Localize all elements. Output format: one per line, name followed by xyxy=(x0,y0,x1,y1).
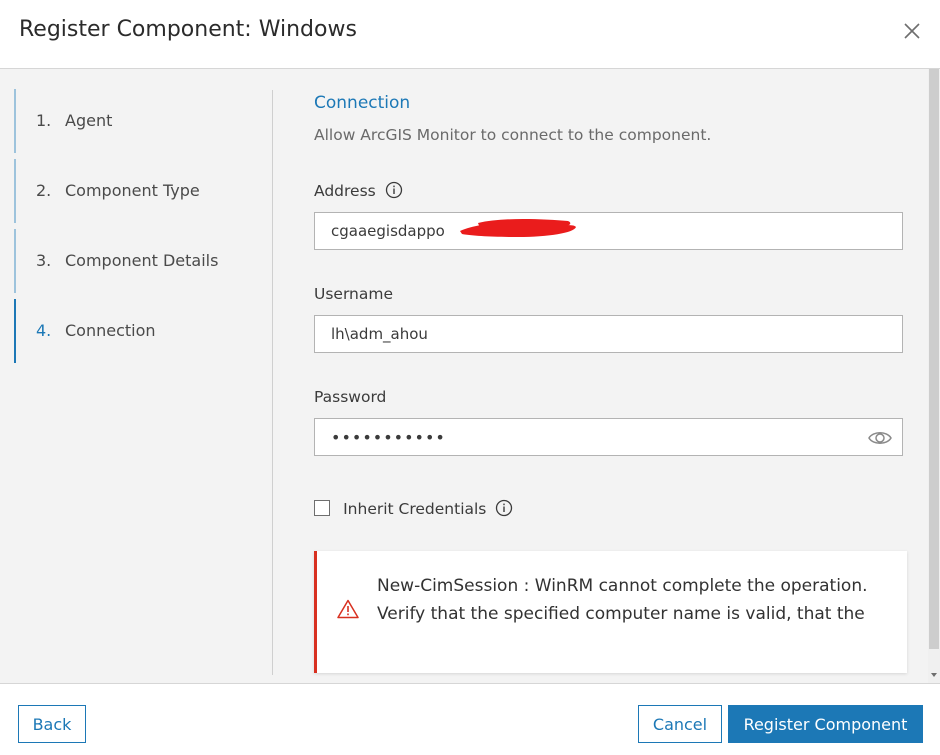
section-description: Allow ArcGIS Monitor to connect to the c… xyxy=(314,126,712,144)
dialog-body: 1. Agent 2. Component Type 3. Component Det… xyxy=(0,69,940,683)
dialog-title: Register Component: Windows xyxy=(19,17,357,42)
username-input[interactable] xyxy=(314,315,903,353)
dialog-footer: Back Cancel Register Component xyxy=(0,683,940,755)
scrollbar[interactable] xyxy=(928,69,940,683)
step-connection[interactable]: 4. Connection xyxy=(14,299,244,363)
username-label: Username xyxy=(314,285,394,303)
stepper-divider xyxy=(272,90,273,675)
step-label: Component Type xyxy=(65,181,200,200)
info-icon[interactable] xyxy=(495,499,513,517)
step-label: Component Details xyxy=(65,251,219,270)
step-number: 1. xyxy=(36,111,52,130)
stepper: 1. Agent 2. Component Type 3. Component Det… xyxy=(14,89,244,369)
register-component-button[interactable]: Register Component xyxy=(728,705,923,743)
password-field xyxy=(314,418,905,458)
step-agent[interactable]: 1. Agent xyxy=(14,89,244,153)
step-number: 4. xyxy=(36,321,52,340)
address-field xyxy=(314,212,905,252)
step-label: Connection xyxy=(65,321,156,340)
inherit-credentials-row: Inherit Credentials xyxy=(314,499,513,521)
cancel-button[interactable]: Cancel xyxy=(638,705,722,743)
inherit-credentials-checkbox[interactable] xyxy=(314,500,330,516)
address-input[interactable] xyxy=(314,212,903,250)
info-icon[interactable] xyxy=(385,181,403,199)
redaction-mark xyxy=(460,219,576,237)
close-icon xyxy=(904,23,920,39)
inherit-credentials-label: Inherit Credentials xyxy=(343,500,487,518)
address-label: Address xyxy=(314,181,403,200)
step-component-type[interactable]: 2. Component Type xyxy=(14,159,244,223)
error-alert: New-CimSession : WinRM cannot complete t… xyxy=(314,551,907,673)
register-component-dialog: Register Component: Windows 1. Agent 2. Co… xyxy=(0,0,940,755)
section-title: Connection xyxy=(314,93,411,113)
close-button[interactable] xyxy=(900,19,924,43)
scroll-down-icon[interactable] xyxy=(931,673,937,677)
eye-icon[interactable] xyxy=(867,427,893,449)
warning-icon xyxy=(337,599,359,619)
step-number: 2. xyxy=(36,181,52,200)
step-number: 3. xyxy=(36,251,52,270)
password-label: Password xyxy=(314,388,387,406)
step-component-details[interactable]: 3. Component Details xyxy=(14,229,244,293)
scroll-thumb[interactable] xyxy=(929,69,939,649)
alert-message: New-CimSession : WinRM cannot complete t… xyxy=(377,576,868,624)
dialog-header: Register Component: Windows xyxy=(0,0,940,69)
step-label: Agent xyxy=(65,111,113,130)
back-button[interactable]: Back xyxy=(18,705,86,743)
password-input[interactable] xyxy=(314,418,903,456)
